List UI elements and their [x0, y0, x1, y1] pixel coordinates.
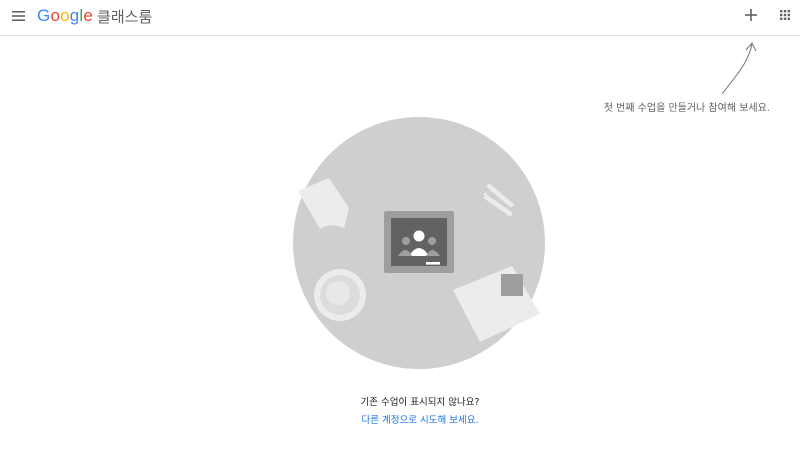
main-menu-button[interactable] — [8, 5, 30, 27]
google-apps-button[interactable] — [774, 4, 796, 26]
menu-icon — [12, 11, 25, 21]
create-or-join-class-button[interactable] — [740, 4, 762, 26]
missing-classes-question: 기존 수업이 표시되지 않나요? — [360, 397, 480, 408]
google-classroom-logo-icon — [384, 211, 454, 273]
coffee-cup-icon — [314, 269, 366, 321]
hint-arrow-icon — [721, 42, 757, 95]
google-logo: Google — [37, 6, 94, 25]
plus-icon — [745, 9, 757, 21]
app-brand[interactable]: Google 클래스룸 — [37, 4, 152, 28]
first-class-hint: 첫 번째 수업을 만들거나 참여해 보세요. — [603, 103, 770, 114]
classroom-table-illustration — [293, 117, 545, 369]
try-another-account-link[interactable]: 다른 계정으로 시도해 보세요. — [0, 412, 800, 426]
product-name: 클래스룸 — [97, 7, 153, 26]
top-app-bar: Google 클래스룸 — [0, 0, 800, 36]
apps-grid-icon — [780, 10, 790, 20]
